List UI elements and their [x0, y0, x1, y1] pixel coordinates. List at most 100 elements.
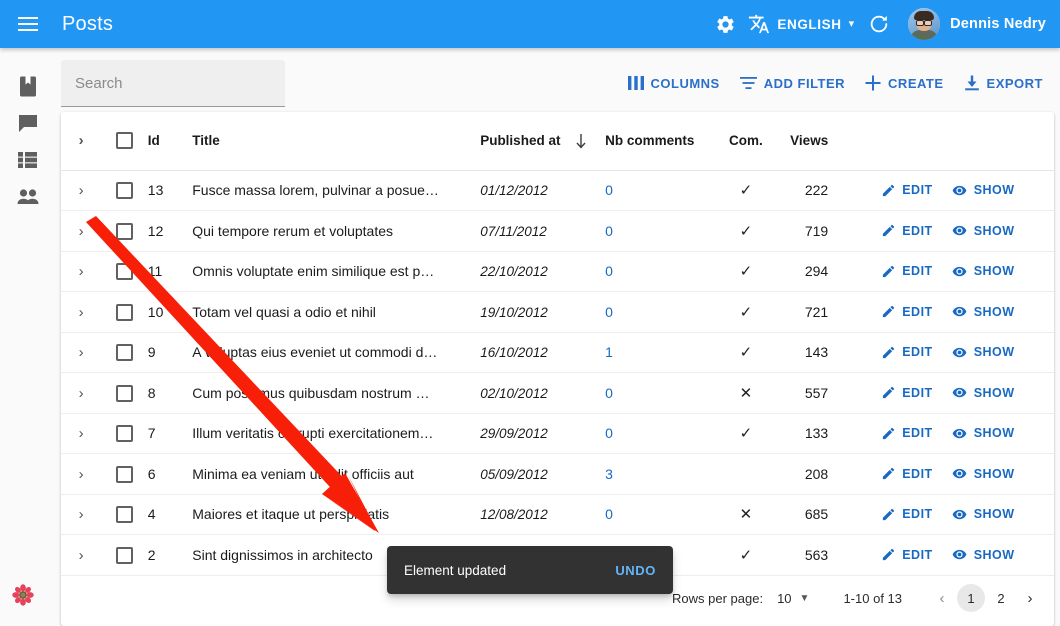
cell-nb-comments[interactable]: 0	[605, 251, 715, 292]
edit-button[interactable]: EDIT	[874, 542, 939, 567]
expand-row-icon[interactable]: ›	[79, 305, 84, 320]
edit-button[interactable]: EDIT	[874, 421, 939, 446]
table-row[interactable]: ›7Illum veritatis corrupti exercitatione…	[61, 413, 1054, 454]
table-row[interactable]: ›10Totam vel quasi a odio et nihil19/10/…	[61, 292, 1054, 333]
row-checkbox[interactable]	[116, 182, 133, 199]
row-expand-cell[interactable]: ›	[61, 535, 101, 576]
row-checkbox[interactable]	[116, 547, 133, 564]
cell-nb-comments-link[interactable]: 0	[605, 425, 613, 441]
cell-nb-comments[interactable]: 0	[605, 211, 715, 252]
sidebar-item-posts[interactable]	[0, 68, 55, 104]
table-row[interactable]: ›8Cum possimus quibusdam nostrum …02/10/…	[61, 373, 1054, 414]
edit-button[interactable]: EDIT	[874, 299, 939, 324]
row-expand-cell[interactable]: ›	[61, 251, 101, 292]
table-row[interactable]: ›12Qui tempore rerum et voluptates07/11/…	[61, 211, 1054, 252]
show-button[interactable]: SHOW	[944, 299, 1022, 324]
row-checkbox[interactable]	[116, 304, 133, 321]
sidebar-item-tags[interactable]	[0, 142, 55, 178]
show-button[interactable]: SHOW	[944, 421, 1022, 446]
row-checkbox[interactable]	[116, 385, 133, 402]
col-id[interactable]: Id	[148, 112, 192, 170]
edit-button[interactable]: EDIT	[874, 461, 939, 486]
expand-row-icon[interactable]: ›	[79, 507, 84, 522]
col-commentable[interactable]: Com.	[715, 112, 776, 170]
col-nb-comments[interactable]: Nb comments	[605, 112, 715, 170]
cell-nb-comments-link[interactable]: 0	[605, 263, 613, 279]
expand-row-icon[interactable]: ›	[79, 426, 84, 441]
show-button[interactable]: SHOW	[944, 218, 1022, 243]
expand-row-icon[interactable]: ›	[79, 264, 84, 279]
row-expand-cell[interactable]: ›	[61, 332, 101, 373]
cell-nb-comments[interactable]: 0	[605, 413, 715, 454]
expand-all-icon[interactable]: ›	[79, 133, 84, 148]
row-select-cell[interactable]	[101, 494, 148, 535]
expand-row-icon[interactable]: ›	[79, 386, 84, 401]
hamburger-menu-button[interactable]	[8, 4, 48, 44]
row-checkbox[interactable]	[116, 263, 133, 280]
search-field[interactable]	[61, 60, 285, 107]
row-expand-cell[interactable]: ›	[61, 170, 101, 211]
expand-row-icon[interactable]: ›	[79, 224, 84, 239]
row-select-cell[interactable]	[101, 535, 148, 576]
edit-button[interactable]: EDIT	[874, 178, 939, 203]
cell-nb-comments[interactable]: 0	[605, 292, 715, 333]
cell-nb-comments-link[interactable]: 1	[605, 344, 613, 360]
show-button[interactable]: SHOW	[944, 178, 1022, 203]
row-checkbox[interactable]	[116, 344, 133, 361]
show-button[interactable]: SHOW	[944, 380, 1022, 405]
cell-nb-comments-link[interactable]: 0	[605, 506, 613, 522]
cell-nb-comments-link[interactable]: 0	[605, 182, 613, 198]
page-button-2[interactable]: 2	[987, 584, 1015, 612]
col-views[interactable]: Views	[777, 112, 843, 170]
cell-nb-comments-link[interactable]: 0	[605, 304, 613, 320]
row-expand-cell[interactable]: ›	[61, 292, 101, 333]
edit-button[interactable]: EDIT	[874, 218, 939, 243]
add-filter-button[interactable]: ADD FILTER	[731, 69, 854, 98]
previous-page-button[interactable]: ‹	[928, 584, 956, 612]
row-select-cell[interactable]	[101, 413, 148, 454]
cell-nb-comments[interactable]: 0	[605, 170, 715, 211]
language-selector[interactable]: ENGLISH ▾	[744, 8, 860, 40]
row-expand-cell[interactable]: ›	[61, 454, 101, 495]
avatar[interactable]	[908, 8, 940, 40]
rows-per-page-select[interactable]: 10 ▼	[777, 591, 809, 606]
cell-nb-comments[interactable]: 0	[605, 373, 715, 414]
row-checkbox[interactable]	[116, 466, 133, 483]
settings-button[interactable]	[706, 5, 744, 43]
cell-nb-comments[interactable]: 1	[605, 332, 715, 373]
col-published-at[interactable]: Published at	[480, 112, 605, 170]
row-select-cell[interactable]	[101, 251, 148, 292]
edit-button[interactable]: EDIT	[874, 259, 939, 284]
col-title[interactable]: Title	[192, 112, 480, 170]
row-checkbox[interactable]	[116, 425, 133, 442]
expand-row-icon[interactable]: ›	[79, 467, 84, 482]
row-expand-cell[interactable]: ›	[61, 373, 101, 414]
show-button[interactable]: SHOW	[944, 259, 1022, 284]
row-select-cell[interactable]	[101, 292, 148, 333]
row-expand-cell[interactable]: ›	[61, 494, 101, 535]
expand-row-icon[interactable]: ›	[79, 548, 84, 563]
edit-button[interactable]: EDIT	[874, 380, 939, 405]
expand-row-icon[interactable]: ›	[79, 345, 84, 360]
create-button[interactable]: CREATE	[856, 68, 952, 98]
show-button[interactable]: SHOW	[944, 340, 1022, 365]
row-expand-cell[interactable]: ›	[61, 211, 101, 252]
cell-nb-comments[interactable]: 0	[605, 494, 715, 535]
cell-nb-comments-link[interactable]: 0	[605, 385, 613, 401]
sidebar-item-comments[interactable]	[0, 105, 55, 141]
export-button[interactable]: EXPORT	[955, 68, 1052, 98]
show-button[interactable]: SHOW	[944, 502, 1022, 527]
row-select-cell[interactable]	[101, 454, 148, 495]
show-button[interactable]: SHOW	[944, 542, 1022, 567]
table-row[interactable]: ›9A voluptas eius eveniet ut commodi d…1…	[61, 332, 1054, 373]
expand-row-icon[interactable]: ›	[79, 183, 84, 198]
table-row[interactable]: ›6Minima ea veniam ut odit officiis aut0…	[61, 454, 1054, 495]
columns-button[interactable]: COLUMNS	[619, 69, 729, 98]
row-select-cell[interactable]	[101, 170, 148, 211]
undo-button[interactable]: UNDO	[615, 563, 656, 578]
next-page-button[interactable]: ›	[1016, 584, 1044, 612]
row-expand-cell[interactable]: ›	[61, 413, 101, 454]
row-select-cell[interactable]	[101, 332, 148, 373]
user-name[interactable]: Dennis Nedry	[950, 16, 1046, 32]
row-checkbox[interactable]	[116, 223, 133, 240]
